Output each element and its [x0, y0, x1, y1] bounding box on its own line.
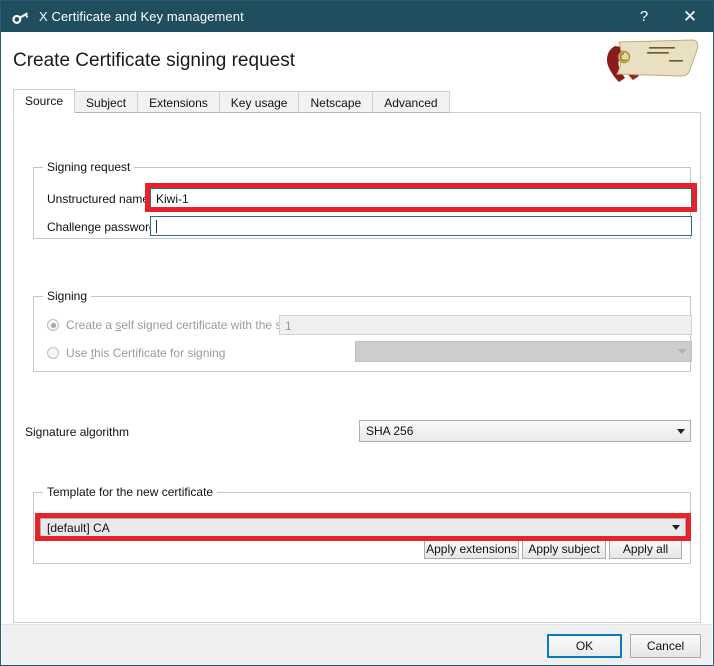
serial-input: 1 — [279, 315, 692, 335]
challenge-password-label: Challenge password — [47, 220, 156, 234]
apply-subject-button[interactable]: Apply subject — [522, 538, 606, 559]
key-icon — [11, 7, 31, 27]
signing-certificate-combo — [355, 341, 692, 362]
chevron-down-icon[interactable] — [672, 429, 690, 434]
radio-use-certificate-label: Use this Certificate for signing — [66, 346, 225, 360]
chevron-down-icon[interactable] — [667, 525, 685, 530]
template-group-title: Template for the new certificate — [43, 485, 217, 499]
tab-key-usage[interactable]: Key usage — [219, 91, 300, 113]
window-title: X Certificate and Key management — [39, 9, 244, 24]
signature-algorithm-label: Signature algorithm — [25, 425, 129, 439]
radio-use-certificate-indicator[interactable] — [47, 347, 59, 359]
cancel-button[interactable]: Cancel — [630, 634, 701, 658]
radio-self-signed[interactable]: Create a self signed certificate with th… — [47, 318, 304, 332]
help-button[interactable]: ? — [621, 1, 667, 32]
certificate-scroll-logo — [597, 34, 705, 88]
page-title: Create Certificate signing request — [13, 50, 295, 72]
template-value: [default] CA — [41, 521, 667, 535]
signing-request-group-title: Signing request — [43, 160, 134, 174]
apply-all-button[interactable]: Apply all — [609, 538, 682, 559]
chevron-down-icon — [673, 349, 691, 354]
unstructured-name-value: Kiwi-1 — [156, 192, 189, 206]
radio-use-certificate[interactable]: Use this Certificate for signing — [47, 346, 225, 360]
tab-extensions[interactable]: Extensions — [137, 91, 220, 113]
text-caret — [156, 220, 157, 233]
tab-source[interactable]: Source — [13, 89, 75, 113]
unstructured-name-input[interactable]: Kiwi-1 — [150, 188, 692, 208]
unstructured-name-label: Unstructured name — [47, 192, 149, 206]
title-bar: X Certificate and Key management ? ✕ — [1, 1, 713, 32]
serial-value: 1 — [285, 319, 292, 333]
signing-group-title: Signing — [43, 289, 91, 303]
tab-panel-source: Signing request Unstructured name Kiwi-1… — [13, 112, 701, 623]
signature-algorithm-combo[interactable]: SHA 256 — [359, 420, 691, 442]
tab-subject[interactable]: Subject — [74, 91, 138, 113]
tab-strip[interactable]: Source Subject Extensions Key usage Nets… — [13, 90, 449, 113]
tab-advanced[interactable]: Advanced — [372, 91, 449, 113]
close-icon[interactable]: ✕ — [667, 1, 713, 32]
apply-extensions-button[interactable]: Apply extensions — [424, 538, 519, 559]
ok-button[interactable]: OK — [547, 634, 622, 658]
radio-self-signed-label: Create a self signed certificate with th… — [66, 318, 304, 332]
tab-netscape[interactable]: Netscape — [298, 91, 373, 113]
dialog-header: Create Certificate signing request — [2, 32, 712, 90]
template-combo[interactable]: [default] CA — [40, 518, 686, 537]
challenge-password-input[interactable] — [150, 216, 692, 236]
radio-self-signed-indicator[interactable] — [47, 319, 59, 331]
signature-algorithm-value: SHA 256 — [360, 424, 672, 438]
dialog-window: X Certificate and Key management ? ✕ Cre… — [0, 0, 714, 666]
